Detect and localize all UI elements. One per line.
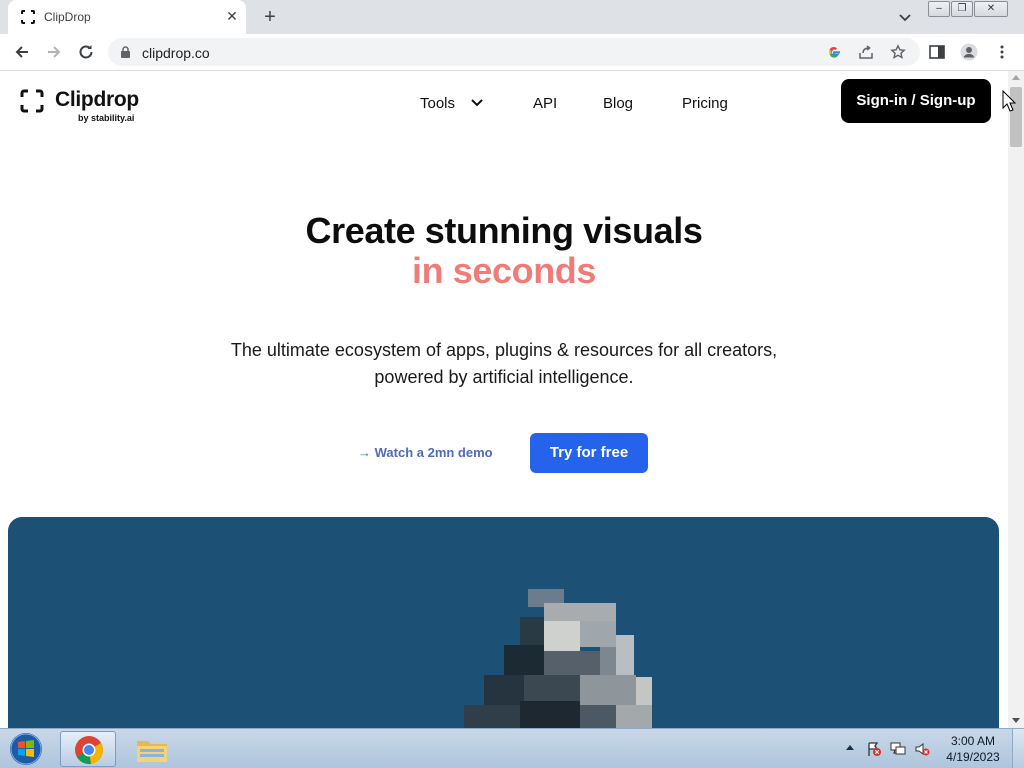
browser-tab[interactable]: ClipDrop ✕ bbox=[8, 0, 246, 34]
new-tab-button[interactable]: + bbox=[260, 7, 280, 27]
logo-text: Clipdrop bbox=[55, 88, 139, 111]
scroll-up-arrow-icon[interactable] bbox=[1012, 75, 1020, 80]
hero-subtitle-line-1: The ultimate ecosystem of apps, plugins … bbox=[230, 340, 778, 360]
windows-taskbar: 3:00 AM 4/19/2023 bbox=[0, 728, 1024, 768]
signin-button[interactable]: Sign-in / Sign-up bbox=[841, 79, 991, 123]
close-window-button[interactable]: ✕ bbox=[974, 1, 1008, 17]
lock-icon bbox=[121, 46, 130, 58]
clock-date[interactable]: 4/19/2023 bbox=[940, 750, 1006, 764]
nav-tools[interactable]: Tools bbox=[420, 95, 455, 112]
browser-tabstrip: ClipDrop ✕ + ‒ ❐ ✕ bbox=[0, 0, 1024, 34]
file-explorer-icon bbox=[137, 741, 167, 762]
try-for-free-button[interactable]: Try for free bbox=[530, 433, 648, 473]
hero-title: Create stunning visuals bbox=[305, 210, 703, 251]
network-icon[interactable] bbox=[890, 741, 906, 757]
tab-title: ClipDrop bbox=[44, 10, 91, 24]
taskbar-chrome[interactable] bbox=[60, 731, 116, 767]
clipdrop-logo-icon bbox=[20, 89, 44, 113]
chevron-down-icon[interactable] bbox=[470, 98, 484, 108]
hero-title-accent: in seconds bbox=[411, 250, 597, 291]
nav-blog[interactable]: Blog bbox=[603, 95, 633, 112]
mouse-cursor-icon bbox=[1002, 90, 1016, 112]
clipdrop-favicon-icon bbox=[21, 10, 35, 24]
minimize-button[interactable]: ‒ bbox=[928, 1, 950, 17]
back-icon[interactable] bbox=[12, 42, 32, 62]
chrome-icon bbox=[75, 736, 103, 765]
bookmark-star-icon[interactable] bbox=[890, 44, 906, 60]
page-viewport: Clipdrop by stability.ai Tools API Blog … bbox=[0, 71, 1008, 728]
more-menu-icon[interactable] bbox=[993, 43, 1011, 61]
browser-toolbar: clipdrop.co bbox=[0, 34, 1024, 71]
taskbar-file-explorer[interactable] bbox=[124, 731, 180, 767]
side-panel-icon[interactable] bbox=[928, 43, 946, 61]
volume-muted-icon[interactable] bbox=[914, 741, 930, 757]
screen: ClipDrop ✕ + ‒ ❐ ✕ clipdrop.co Clipdrop … bbox=[0, 0, 1024, 768]
watch-demo-link[interactable]: → Watch a 2mn demo bbox=[358, 445, 493, 460]
scroll-down-arrow-icon[interactable] bbox=[1012, 718, 1020, 723]
tab-close-icon[interactable]: ✕ bbox=[224, 8, 240, 24]
profile-avatar-icon[interactable] bbox=[960, 43, 978, 61]
showcase-image bbox=[8, 517, 999, 728]
logo-subtitle: by stability.ai bbox=[78, 113, 135, 123]
url-text: clipdrop.co bbox=[142, 45, 210, 61]
nav-api[interactable]: API bbox=[533, 95, 557, 112]
forward-icon[interactable] bbox=[44, 42, 64, 62]
tab-search-chevron-icon[interactable] bbox=[896, 8, 914, 26]
hero-subtitle-line-2: powered by artificial intelligence. bbox=[374, 367, 634, 387]
page-scrollbar[interactable] bbox=[1008, 71, 1024, 728]
window-controls: ‒ ❐ ✕ bbox=[928, 1, 1008, 17]
nav-pricing[interactable]: Pricing bbox=[682, 95, 728, 112]
hero-subtitle: The ultimate ecosystem of apps, plugins … bbox=[0, 337, 1008, 391]
action-center-flag-icon[interactable] bbox=[866, 741, 882, 757]
clock-time[interactable]: 3:00 AM bbox=[940, 734, 1006, 748]
restore-button[interactable]: ❐ bbox=[951, 1, 973, 17]
address-bar[interactable]: clipdrop.co bbox=[108, 38, 920, 66]
windows-start-icon[interactable] bbox=[6, 731, 46, 767]
reload-icon[interactable] bbox=[76, 42, 96, 62]
tray-expand-icon[interactable] bbox=[846, 745, 854, 750]
show-desktop-button[interactable] bbox=[1012, 729, 1024, 768]
share-icon[interactable] bbox=[858, 44, 874, 60]
clipdrop-logo[interactable]: Clipdrop by stability.ai bbox=[20, 88, 150, 125]
google-icon[interactable] bbox=[826, 44, 842, 60]
